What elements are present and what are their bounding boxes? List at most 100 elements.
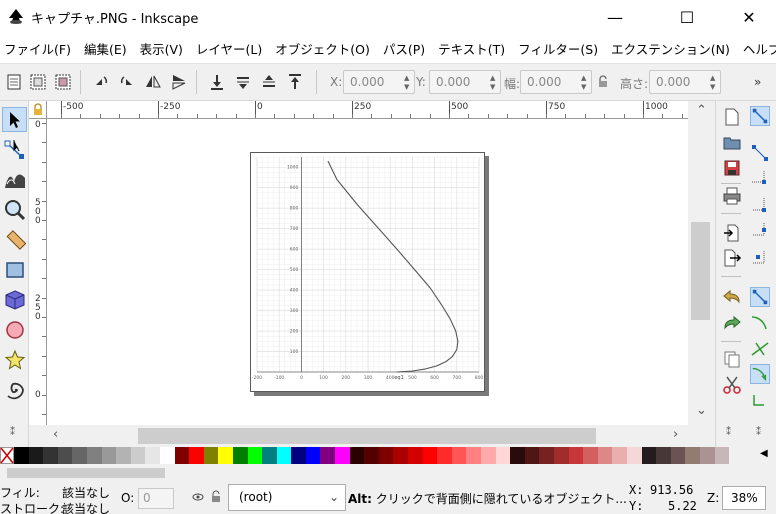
import-icon[interactable] [722, 223, 742, 243]
increment-arrow-icon[interactable]: ▲ [710, 74, 718, 82]
rotate-cw-icon[interactable] [118, 73, 136, 91]
snap-toggle-icon[interactable] [750, 106, 770, 126]
snap-path-intersection-icon[interactable] [750, 339, 770, 359]
menu-extensions[interactable]: エクステンション(N) [611, 39, 737, 58]
horizontal-scroll-thumb[interactable] [138, 428, 596, 444]
color-swatch[interactable] [57, 447, 73, 464]
stroke-value[interactable]: 該当なし [62, 500, 110, 514]
rectangle-tool[interactable] [2, 257, 27, 282]
deselect-icon[interactable] [54, 73, 72, 91]
decrement-arrow-icon[interactable]: ▼ [404, 83, 412, 91]
color-palette[interactable]: ◀ [0, 447, 776, 465]
export-icon[interactable] [722, 248, 742, 268]
menu-layer[interactable]: レイヤー(L) [196, 39, 269, 58]
snap-bbox-edge-icon[interactable] [750, 168, 770, 188]
snap-bbox-midpoint-icon[interactable] [750, 221, 770, 241]
vertical-scrollbar[interactable]: ⌃ ⌄ [688, 101, 715, 425]
color-swatch[interactable] [408, 447, 423, 464]
increment-arrow-icon[interactable]: ▲ [581, 74, 589, 82]
spiral-tool[interactable] [2, 377, 27, 402]
vertical-ruler[interactable]: 0 5 0 0 2 5 0 0 [29, 119, 47, 425]
scroll-up-arrow-icon[interactable]: ⌃ [696, 103, 707, 118]
palette-scroll-thumb[interactable] [7, 468, 165, 478]
color-swatch[interactable] [393, 447, 409, 464]
new-document-icon[interactable] [722, 107, 742, 127]
color-swatch[interactable] [699, 447, 715, 464]
color-swatch[interactable] [291, 447, 306, 464]
color-swatch[interactable] [539, 447, 554, 464]
color-swatch[interactable] [641, 447, 657, 464]
save-icon[interactable] [722, 158, 742, 178]
guide-lock-icon[interactable] [31, 103, 45, 117]
color-swatch[interactable] [218, 447, 233, 464]
y-spinbox[interactable]: 0.000 ▲ ▼ [429, 70, 501, 94]
color-swatch[interactable] [364, 447, 379, 464]
width-spinbox[interactable]: 0.000 ▲ ▼ [520, 70, 592, 94]
color-swatch[interactable] [262, 447, 277, 464]
select-all-icon[interactable] [5, 73, 23, 91]
lock-icon[interactable] [594, 73, 612, 91]
color-swatch[interactable] [583, 447, 598, 464]
select-all-layers-icon[interactable] [29, 73, 47, 91]
color-swatch[interactable] [437, 447, 452, 464]
zoom-tool[interactable] [2, 197, 27, 222]
toolbar-overflow-button[interactable]: » [754, 75, 761, 89]
close-button[interactable]: ✕ [726, 0, 772, 34]
redo-icon[interactable] [722, 313, 742, 333]
color-swatch[interactable] [670, 447, 686, 464]
color-swatch[interactable] [145, 447, 160, 464]
visibility-eye-icon[interactable] [192, 491, 204, 503]
decrement-arrow-icon[interactable]: ▼ [490, 83, 498, 91]
color-swatch[interactable] [422, 447, 438, 464]
layer-dropdown[interactable]: (root) ⌄ [228, 484, 346, 511]
menu-help[interactable]: ヘルプ(H) [743, 39, 776, 58]
cut-icon[interactable] [722, 375, 742, 395]
color-swatch[interactable] [101, 447, 117, 464]
vertical-scroll-thumb[interactable] [691, 222, 710, 320]
increment-arrow-icon[interactable]: ▲ [404, 74, 412, 82]
palette-scrollbar[interactable] [0, 465, 776, 481]
color-swatch[interactable] [495, 447, 511, 464]
commands-overflow-icon[interactable]: ⁑ [726, 427, 731, 438]
zoom-spinbox[interactable]: 38% [722, 486, 766, 510]
snap-bbox-corner-icon[interactable] [750, 196, 770, 216]
scroll-right-arrow-icon[interactable]: › [673, 427, 678, 442]
horizontal-ruler[interactable]: -500 -250 0 250 500 750 1000 [47, 101, 688, 119]
color-swatch[interactable] [28, 447, 44, 464]
menu-view[interactable]: 表示(V) [140, 39, 190, 58]
color-swatch[interactable] [451, 447, 467, 464]
snap-nodes-icon[interactable] [750, 287, 770, 307]
maximize-button[interactable]: ☐ [664, 0, 710, 34]
x-spinbox[interactable]: 0.000 ▲ ▼ [343, 70, 415, 94]
menu-path[interactable]: パス(P) [383, 39, 432, 58]
color-swatch[interactable] [553, 447, 569, 464]
color-swatch[interactable] [86, 447, 102, 464]
snap-bbox-center-icon[interactable] [750, 249, 770, 269]
color-swatch[interactable] [714, 447, 730, 464]
ellipse-tool[interactable] [2, 317, 27, 342]
toolbox-overflow-icon[interactable]: ⁑ [10, 427, 15, 438]
raise-to-top-icon[interactable] [286, 73, 304, 91]
color-swatch[interactable] [320, 447, 336, 464]
drawing-canvas[interactable]: -200 -100 0 100 200 300 400 500 600 700 800 100 200 3… [47, 119, 688, 425]
flip-vertical-icon[interactable] [170, 73, 188, 91]
color-swatch[interactable] [116, 447, 131, 464]
color-swatch[interactable] [305, 447, 321, 464]
menu-text[interactable]: テキスト(T) [438, 39, 512, 58]
star-tool[interactable] [2, 347, 27, 372]
color-swatch[interactable] [597, 447, 613, 464]
decrement-arrow-icon[interactable]: ▼ [581, 83, 589, 91]
scroll-left-arrow-icon[interactable]: ‹ [53, 427, 58, 442]
color-swatch[interactable] [247, 447, 263, 464]
horizontal-scrollbar[interactable]: ‹ › [29, 425, 715, 447]
minimize-button[interactable]: — [592, 0, 638, 34]
color-swatch[interactable] [656, 447, 671, 464]
snap-to-paths-icon[interactable] [750, 313, 770, 333]
palette-menu-icon[interactable]: ◀ [760, 448, 768, 459]
height-spinbox[interactable]: 0.000 ▲ ▼ [649, 70, 721, 94]
raise-icon[interactable] [260, 73, 278, 91]
snap-smooth-nodes-icon[interactable] [750, 391, 770, 411]
color-swatch[interactable] [203, 447, 219, 464]
menu-filters[interactable]: フィルター(S) [518, 39, 605, 58]
color-swatch[interactable] [276, 447, 292, 464]
